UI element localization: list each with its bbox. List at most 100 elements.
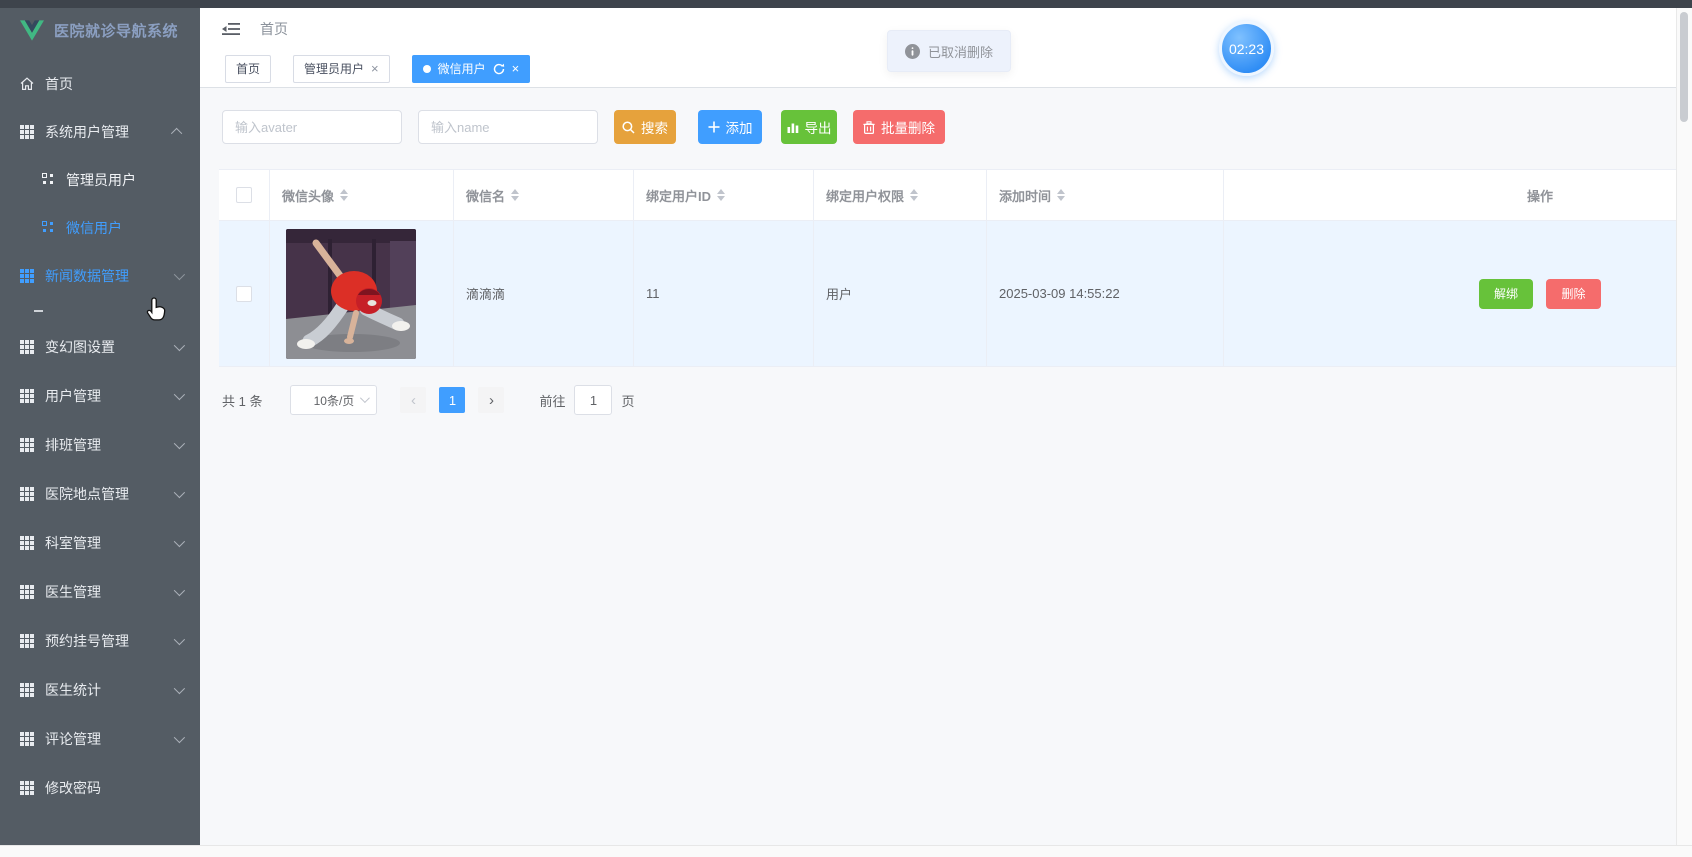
- horizontal-scrollbar-track[interactable]: [0, 845, 1692, 857]
- tab-home[interactable]: 首页: [225, 54, 272, 83]
- add-button[interactable]: 添加: [698, 110, 762, 144]
- sidebar-item-label: 系统用户管理: [45, 124, 129, 140]
- chevron-down-icon: [173, 486, 186, 498]
- page-size-value: 10条/页: [313, 393, 355, 408]
- sidebar-item-comment-management[interactable]: 评论管理: [0, 714, 200, 763]
- filter-toolbar: 搜索 添加 导出 批量删除: [222, 110, 945, 144]
- goto-unit: 页: [621, 393, 635, 409]
- column-header: 绑定用户权限: [826, 188, 905, 204]
- tab-wechat-users[interactable]: 微信用户 ×: [411, 54, 531, 83]
- row-checkbox[interactable]: [236, 285, 252, 302]
- page-number-1[interactable]: 1: [439, 387, 466, 413]
- next-page-button[interactable]: ›: [478, 387, 505, 413]
- sort-carets-icon[interactable]: [340, 189, 349, 201]
- chevron-down-icon: [173, 388, 186, 400]
- sidebar-item-change-password[interactable]: 修改密码: [0, 763, 200, 812]
- sidebar-item-carousel-settings[interactable]: 变幻图设置: [0, 322, 200, 371]
- sidebar-menu: 首页 系统用户管理 管理员用户 微信用户 新闻数据管理 变幻图设置 用户管理 排…: [0, 60, 200, 812]
- info-toast: 已取消删除: [887, 30, 1011, 72]
- tab-label: 微信用户: [437, 62, 486, 76]
- select-all-checkbox[interactable]: [236, 187, 252, 203]
- sidebar: 医院就诊导航系统 首页 系统用户管理 管理员用户 微信用户 新闻数据管理 变幻图…: [0, 0, 200, 845]
- bar-chart-icon: [787, 123, 798, 133]
- prev-page-button[interactable]: ‹: [400, 387, 427, 413]
- close-icon[interactable]: ×: [371, 62, 379, 75]
- delete-button[interactable]: 删除: [1546, 278, 1601, 309]
- sidebar-item-department-management[interactable]: 科室管理: [0, 518, 200, 567]
- search-button[interactable]: 搜索: [614, 110, 676, 144]
- app-window: 医院就诊导航系统 首页 系统用户管理 管理员用户 微信用户 新闻数据管理 变幻图…: [0, 0, 1692, 857]
- active-dot-icon: [422, 64, 431, 73]
- search-icon: [622, 120, 635, 134]
- bound-user-id-cell: 11: [646, 286, 660, 301]
- screen-recorder-badge[interactable]: 02:23: [1219, 21, 1274, 76]
- batch-delete-button[interactable]: 批量删除: [853, 110, 945, 144]
- unbind-button[interactable]: 解绑: [1479, 278, 1533, 309]
- table-header-row: 微信头像 微信名 绑定用户ID 绑定用户权限 添加时间 操作: [219, 170, 1676, 220]
- export-button[interactable]: 导出: [781, 110, 837, 144]
- chevron-down-icon: [173, 682, 186, 694]
- sidebar-item-label: 医院地点管理: [45, 485, 129, 502]
- table-row[interactable]: 滴滴滴 11 用户 2025-03-09 14:55:22 解绑 删除: [219, 220, 1676, 367]
- refresh-icon[interactable]: [493, 63, 505, 75]
- grid-icon: [20, 437, 34, 452]
- sidebar-item-label: 变幻图设置: [45, 338, 115, 355]
- trash-icon: [863, 120, 875, 134]
- column-header: 添加时间: [999, 188, 1052, 204]
- close-icon[interactable]: ×: [512, 62, 520, 75]
- sidebar-logo-row[interactable]: 医院就诊导航系统: [0, 0, 200, 60]
- vue-logo-icon: [20, 19, 44, 41]
- sort-carets-icon[interactable]: [1057, 189, 1066, 201]
- sidebar-item-home[interactable]: 首页: [0, 60, 200, 108]
- grid-icon: [20, 339, 34, 354]
- sort-carets-icon[interactable]: [717, 189, 726, 201]
- sort-carets-icon[interactable]: [511, 189, 520, 201]
- batch-delete-button-label: 批量删除: [881, 121, 935, 136]
- sidebar-item-label: 新闻数据管理: [45, 268, 129, 284]
- grid-icon: [20, 780, 34, 795]
- sidebar-item-hospital-location[interactable]: 医院地点管理: [0, 469, 200, 518]
- column-header: 绑定用户ID: [646, 188, 712, 204]
- goto-page-group: 前往 页: [539, 385, 635, 415]
- grid-icon: [20, 682, 34, 697]
- page-body: 搜索 添加 导出 批量删除 微信: [200, 88, 1676, 845]
- sidebar-item-label: 医生统计: [45, 681, 101, 698]
- tab-admin-users[interactable]: 管理员用户 ×: [293, 54, 390, 83]
- chevron-down-icon: [173, 339, 186, 351]
- home-icon: [20, 77, 34, 91]
- export-button-label: 导出: [804, 121, 832, 136]
- sidebar-item-doctor-management[interactable]: 医生管理: [0, 567, 200, 616]
- name-search-input[interactable]: [418, 110, 598, 144]
- scrollbar-thumb[interactable]: [1680, 12, 1688, 122]
- goto-page-input[interactable]: [574, 385, 613, 415]
- sidebar-subitem-admin-users[interactable]: 管理员用户: [0, 156, 200, 204]
- page-size-select[interactable]: 10条/页: [290, 385, 378, 415]
- sidebar-fold-icon[interactable]: [222, 22, 240, 36]
- sidebar-item-doctor-statistics[interactable]: 医生统计: [0, 665, 200, 714]
- info-icon: [904, 43, 920, 59]
- avatar-search-input[interactable]: [222, 110, 402, 144]
- sidebar-item-schedule-management[interactable]: 排班管理: [0, 420, 200, 469]
- wechat-avatar-image[interactable]: [286, 228, 416, 359]
- app-title: 医院就诊导航系统: [54, 22, 179, 40]
- sidebar-item-news-data[interactable]: 新闻数据管理: [0, 252, 200, 300]
- vertical-scrollbar[interactable]: [1676, 8, 1692, 845]
- added-time-cell: 2025-03-09 14:55:22: [999, 286, 1120, 301]
- browser-top-strip: [0, 0, 1692, 8]
- sidebar-item-user-management[interactable]: 用户管理: [0, 371, 200, 420]
- chevron-down-icon: [173, 437, 186, 449]
- sidebar-item-label: 评论管理: [45, 730, 101, 747]
- wechat-name-cell: 滴滴滴: [466, 287, 506, 302]
- add-button-label: 添加: [725, 121, 753, 136]
- breadcrumb[interactable]: 首页: [260, 19, 288, 39]
- sidebar-subitem-wechat-users[interactable]: 微信用户: [0, 204, 200, 252]
- sidebar-item-appointment-management[interactable]: 预约挂号管理: [0, 616, 200, 665]
- mouse-hand-cursor: [146, 297, 166, 321]
- search-button-label: 搜索: [641, 121, 668, 136]
- chevron-down-icon: [360, 393, 371, 404]
- sidebar-item-system-users[interactable]: 系统用户管理: [0, 108, 200, 156]
- subgrid-icon: [42, 221, 56, 235]
- sidebar-item-label: 预约挂号管理: [45, 632, 129, 649]
- empty-column-header: [1224, 170, 1404, 220]
- sort-carets-icon[interactable]: [910, 189, 919, 201]
